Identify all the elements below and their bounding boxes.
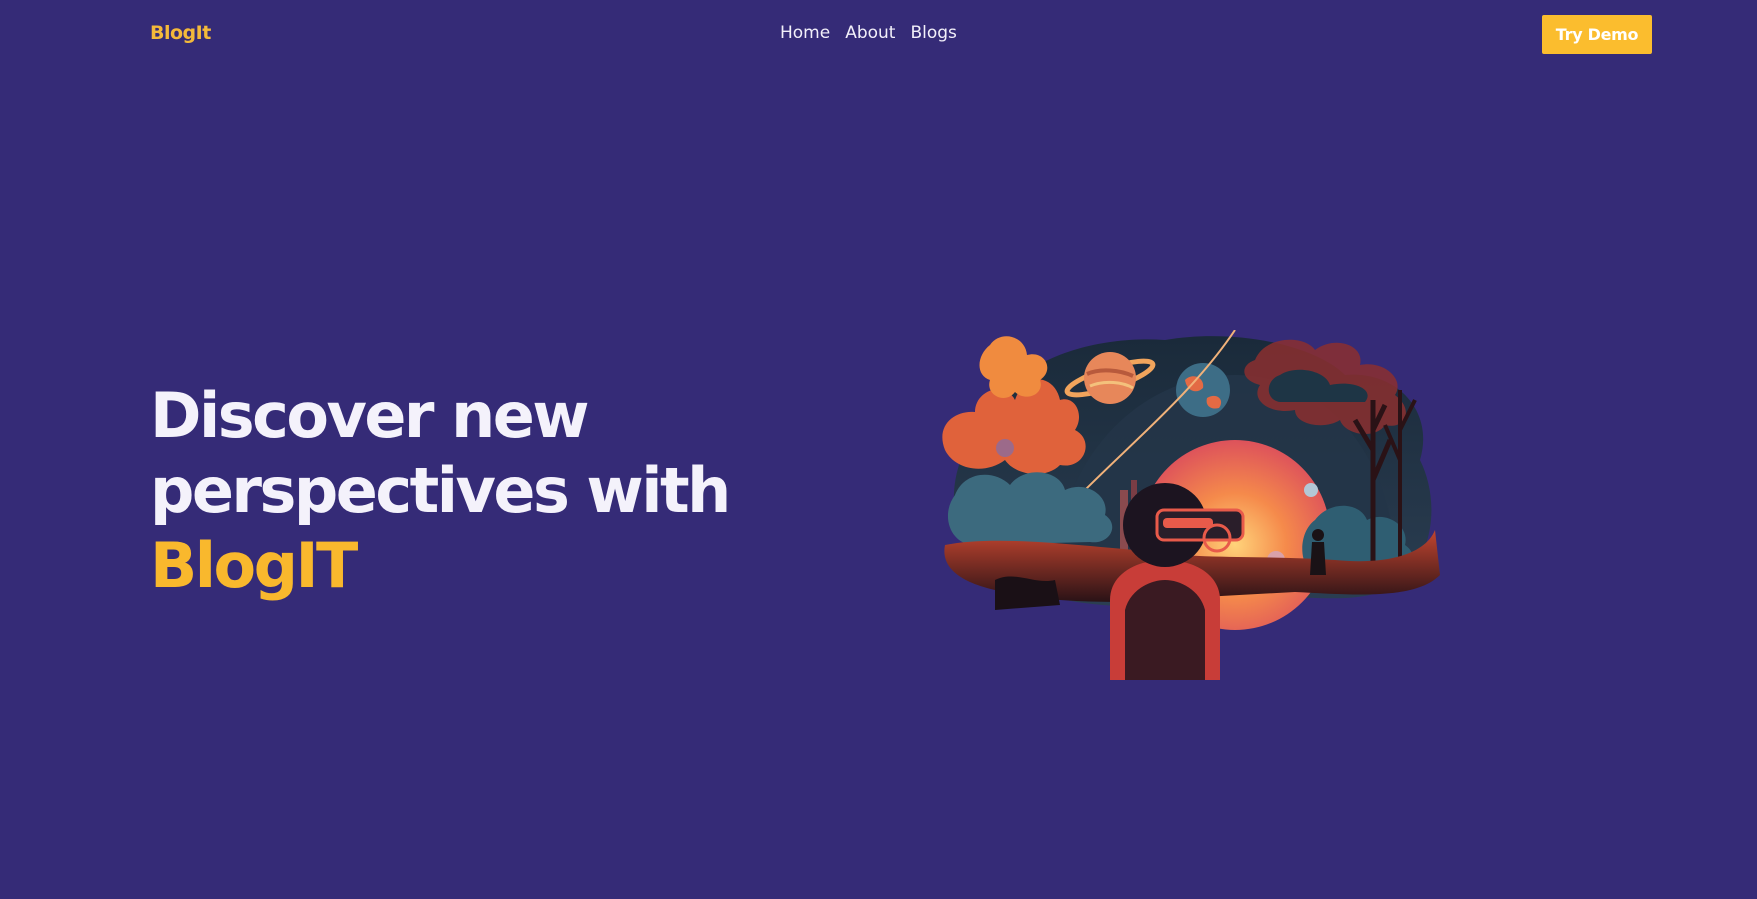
vr-space-illustration-icon: [942, 329, 1440, 680]
hero-heading-line-1: Discover new: [150, 379, 590, 452]
page: BlogIt Home About Blogs Try Demo Discove…: [0, 0, 1757, 899]
hero-heading-line-2: perspectives with: [150, 454, 731, 527]
logo-link[interactable]: BlogIt: [150, 22, 211, 44]
nav-menu: Home About Blogs: [780, 23, 957, 43]
nav-link-home[interactable]: Home: [780, 23, 830, 43]
hero-heading: Discover new perspectives with BlogIT: [150, 378, 790, 603]
navbar: BlogIt Home About Blogs Try Demo: [0, 0, 1757, 70]
hero-heading-brand: BlogIT: [150, 529, 358, 602]
try-demo-button[interactable]: Try Demo: [1542, 15, 1652, 54]
nav-link-about[interactable]: About: [845, 23, 895, 43]
hero-illustration: [935, 329, 1445, 680]
nav-link-blogs[interactable]: Blogs: [910, 23, 956, 43]
